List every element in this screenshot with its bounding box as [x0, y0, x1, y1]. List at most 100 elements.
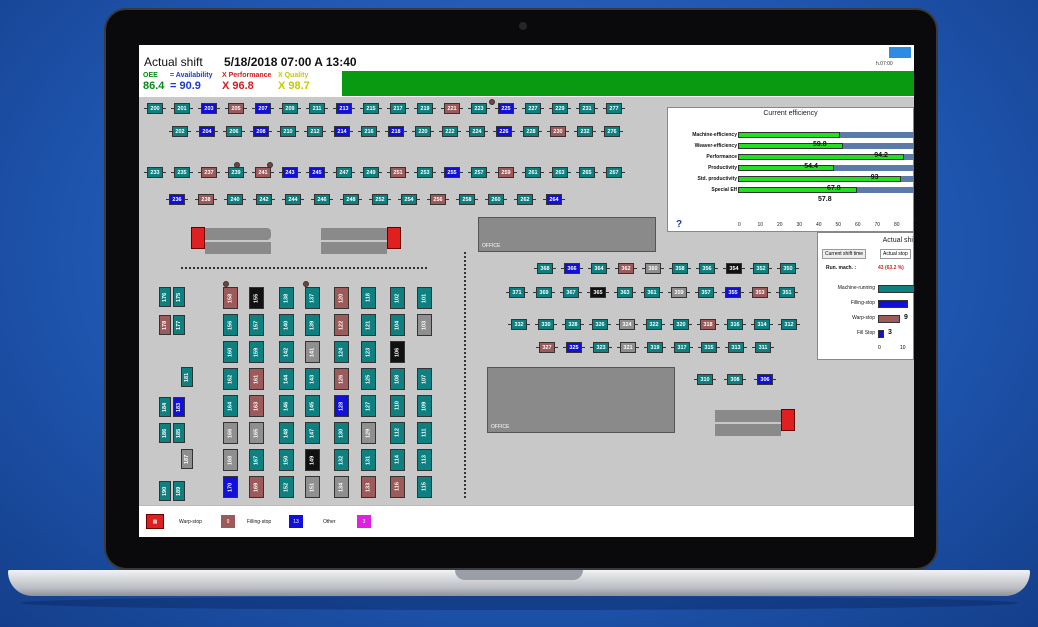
machine-243[interactable]: 243 [279, 167, 301, 178]
machine-355[interactable]: 355 [722, 287, 744, 298]
machine-351[interactable]: 351 [776, 287, 798, 298]
machine-149[interactable]: 149 [305, 449, 320, 471]
machine-311[interactable]: 311 [752, 342, 774, 353]
machine-240[interactable]: 240 [224, 194, 246, 205]
machine-128[interactable]: 128 [334, 395, 349, 417]
machine-116[interactable]: 116 [390, 476, 405, 498]
machine-140[interactable]: 140 [279, 314, 294, 336]
machine-237[interactable]: 237 [198, 167, 220, 178]
machine-203[interactable]: 203 [198, 103, 220, 114]
machine-247[interactable]: 247 [333, 167, 355, 178]
machine-277[interactable]: 277 [603, 103, 625, 114]
machine-145[interactable]: 145 [305, 395, 320, 417]
machine-201[interactable]: 201 [171, 103, 193, 114]
machine-220[interactable]: 220 [412, 126, 434, 137]
machine-244[interactable]: 244 [282, 194, 304, 205]
machine-256[interactable]: 256 [427, 194, 449, 205]
machine-130[interactable]: 130 [334, 422, 349, 444]
machine-361[interactable]: 361 [641, 287, 663, 298]
machine-276[interactable]: 276 [601, 126, 623, 137]
machine-353[interactable]: 353 [749, 287, 771, 298]
machine-360[interactable]: 360 [642, 263, 664, 274]
machine-257[interactable]: 257 [468, 167, 490, 178]
machine-210[interactable]: 210 [277, 126, 299, 137]
machine-139[interactable]: 139 [305, 314, 320, 336]
machine-159[interactable]: 159 [249, 341, 264, 363]
machine-161[interactable]: 161 [249, 368, 264, 390]
machine-249[interactable]: 249 [360, 167, 382, 178]
machine-218[interactable]: 218 [385, 126, 407, 137]
machine-178[interactable]: 178 [159, 315, 171, 335]
machine-133[interactable]: 133 [361, 476, 376, 498]
machine-112[interactable]: 112 [390, 422, 405, 444]
machine-206[interactable]: 206 [223, 126, 245, 137]
machine-358[interactable]: 358 [669, 263, 691, 274]
machine-259[interactable]: 259 [495, 167, 517, 178]
machine-131[interactable]: 131 [361, 449, 376, 471]
machine-362[interactable]: 362 [615, 263, 637, 274]
machine-221[interactable]: 221 [441, 103, 463, 114]
machine-215[interactable]: 215 [360, 103, 382, 114]
machine-175[interactable]: 175 [173, 287, 185, 307]
machine-264[interactable]: 264 [543, 194, 565, 205]
machine-316[interactable]: 316 [724, 319, 746, 330]
machine-258[interactable]: 258 [456, 194, 478, 205]
machine-313[interactable]: 313 [725, 342, 747, 353]
machine-144[interactable]: 144 [279, 368, 294, 390]
machine-330[interactable]: 330 [535, 319, 557, 330]
machine-106[interactable]: 106 [390, 341, 405, 363]
machine-233[interactable]: 233 [144, 167, 166, 178]
machine-150[interactable]: 150 [279, 449, 294, 471]
machine-246[interactable]: 246 [311, 194, 333, 205]
machine-238[interactable]: 238 [195, 194, 217, 205]
machine-251[interactable]: 251 [387, 167, 409, 178]
machine-127[interactable]: 127 [361, 395, 376, 417]
machine-107[interactable]: 107 [417, 368, 432, 390]
tab-current-shift-time[interactable]: Current shift time [822, 249, 867, 259]
machine-326[interactable]: 326 [589, 319, 611, 330]
machine-101[interactable]: 101 [417, 287, 432, 309]
machine-156[interactable]: 156 [223, 314, 238, 336]
machine-231[interactable]: 231 [576, 103, 598, 114]
help-icon[interactable]: ? [676, 219, 682, 230]
machine-164[interactable]: 164 [223, 395, 238, 417]
machine-352[interactable]: 352 [750, 263, 772, 274]
machine-350[interactable]: 350 [777, 263, 799, 274]
machine-170[interactable]: 170 [223, 476, 238, 498]
machine-232[interactable]: 232 [574, 126, 596, 137]
machine-241[interactable]: 241 [252, 167, 274, 178]
machine-230[interactable]: 230 [547, 126, 569, 137]
machine-318[interactable]: 318 [697, 319, 719, 330]
machine-354[interactable]: 354 [723, 263, 745, 274]
machine-359[interactable]: 359 [668, 287, 690, 298]
machine-187[interactable]: 187 [181, 449, 193, 469]
machine-235[interactable]: 235 [171, 167, 193, 178]
machine-126[interactable]: 126 [334, 368, 349, 390]
machine-265[interactable]: 265 [576, 167, 598, 178]
machine-327[interactable]: 327 [536, 342, 558, 353]
machine-113[interactable]: 113 [417, 449, 432, 471]
machine-236[interactable]: 236 [166, 194, 188, 205]
machine-115[interactable]: 115 [417, 476, 432, 498]
machine-114[interactable]: 114 [390, 449, 405, 471]
machine-319[interactable]: 319 [644, 342, 666, 353]
machine-228[interactable]: 228 [520, 126, 542, 137]
machine-356[interactable]: 356 [696, 263, 718, 274]
machine-142[interactable]: 142 [279, 341, 294, 363]
machine-254[interactable]: 254 [398, 194, 420, 205]
machine-357[interactable]: 357 [695, 287, 717, 298]
machine-366[interactable]: 366 [561, 263, 583, 274]
machine-190[interactable]: 190 [159, 481, 171, 501]
machine-166[interactable]: 166 [223, 422, 238, 444]
machine-363[interactable]: 363 [614, 287, 636, 298]
machine-163[interactable]: 163 [249, 395, 264, 417]
machine-200[interactable]: 200 [144, 103, 166, 114]
machine-263[interactable]: 263 [549, 167, 571, 178]
machine-367[interactable]: 367 [560, 287, 582, 298]
machine-167[interactable]: 167 [249, 449, 264, 471]
machine-160[interactable]: 160 [223, 341, 238, 363]
machine-151[interactable]: 151 [305, 476, 320, 498]
machine-205[interactable]: 205 [225, 103, 247, 114]
machine-369[interactable]: 369 [533, 287, 555, 298]
machine-225[interactable]: 225 [495, 103, 517, 114]
